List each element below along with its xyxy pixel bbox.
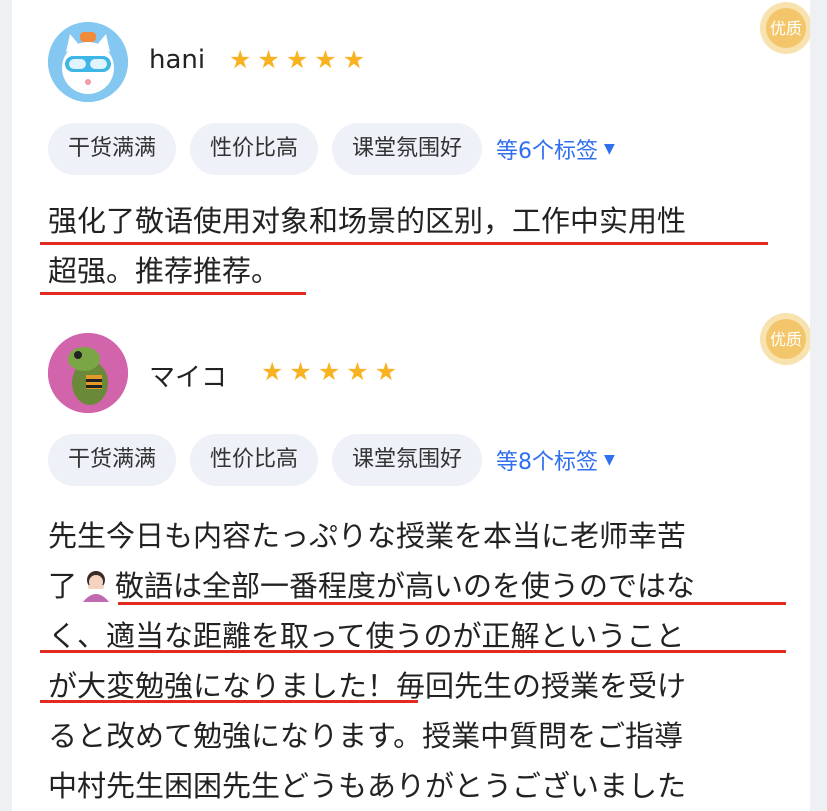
star-icon: ★	[257, 45, 286, 74]
caret-down-icon: ▼	[604, 452, 615, 468]
user-avatar[interactable]	[48, 22, 128, 102]
comment-line: 超强。推荐推荐。	[48, 254, 281, 288]
tag-chip[interactable]: 干货满满	[48, 434, 177, 486]
username: マイコ	[149, 363, 228, 393]
star-icon: ★	[314, 45, 343, 74]
highlight-underline	[40, 242, 768, 245]
star-icon: ★	[289, 357, 318, 386]
tag-chip[interactable]: 课堂氛围好	[332, 434, 483, 486]
highlight-underline	[40, 650, 786, 653]
quality-badge-icon: 优质	[760, 313, 810, 365]
star-icon: ★	[317, 357, 347, 386]
comment-fragment: 敬語は全部一番程度が高いのを使うのではな	[115, 569, 696, 603]
tag-chip[interactable]: 课堂氛围好	[332, 123, 483, 175]
more-tags-button[interactable]: 等6个标签 ▼	[496, 133, 615, 165]
star-icon: ★	[374, 357, 404, 386]
review-card: hani ★★★★★ 优质 干货满满 性价比高 课堂氛围好 等6个标签 ▼ 强化…	[12, 0, 810, 311]
tag-chip[interactable]: 干货满满	[48, 123, 177, 175]
facepalm-girl-emoji-icon	[83, 571, 110, 602]
tag-chip[interactable]: 性价比高	[190, 434, 319, 486]
highlight-underline	[118, 602, 786, 605]
comment-line: ると改めて勉強になります。授業中質問をご指導	[48, 719, 684, 753]
comment-line: が大変勉強になりました！毎回先生の授業を受け	[48, 669, 687, 703]
user-avatar[interactable]	[48, 333, 128, 413]
star-icon: ★	[229, 45, 258, 74]
username: hani	[149, 45, 206, 75]
star-rating: ★★★★★	[261, 359, 403, 384]
quality-badge-icon: 优质	[760, 2, 810, 54]
comment-fragment: 了	[48, 569, 78, 603]
tag-chip[interactable]: 性价比高	[190, 123, 319, 175]
star-icon: ★	[346, 357, 375, 386]
comment-line: く、適当な距離を取って使うのが正解ということ	[48, 619, 685, 653]
highlight-underline	[40, 700, 418, 703]
star-rating: ★★★★★	[229, 47, 371, 72]
more-tags-label: 等8个标签	[496, 450, 599, 475]
comment-line: 中村先生困困先生どうもありがとうございました	[48, 769, 687, 803]
badge-text: 优质	[770, 19, 802, 38]
more-tags-label: 等6个标签	[496, 139, 599, 164]
comment-text: 先生今日も内容たっぷりな授業を本当に老师幸苦 了 敬語は全部一番程度が高いのを使…	[48, 511, 768, 811]
highlight-underline	[40, 292, 306, 295]
comment-line: 强化了敬语使用对象和场景的区别，工作中实用性	[48, 204, 687, 238]
comment-text: 强化了敬语使用对象和场景的区别，工作中实用性 超强。推荐推荐。	[48, 196, 768, 296]
star-icon: ★	[342, 45, 372, 74]
star-icon: ★	[261, 357, 290, 386]
tag-row: 干货满满 性价比高 课堂氛围好 等6个标签 ▼	[48, 123, 615, 175]
caret-down-icon: ▼	[604, 141, 615, 157]
badge-text: 优质	[770, 330, 802, 349]
frog-avatar-icon	[48, 333, 128, 413]
star-icon: ★	[285, 45, 315, 74]
more-tags-button[interactable]: 等8个标签 ▼	[496, 444, 615, 476]
review-card: マイコ ★★★★★ 优质 干货满满 性价比高 课堂氛围好 等8个标签 ▼ 先生今…	[12, 311, 810, 811]
cat-avatar-icon	[48, 22, 128, 102]
review-list: hani ★★★★★ 优质 干货满满 性价比高 课堂氛围好 等6个标签 ▼ 强化…	[12, 0, 810, 811]
comment-line: 先生今日も内容たっぷりな授業を本当に老师幸苦	[48, 519, 687, 553]
tag-row: 干货满满 性价比高 课堂氛围好 等8个标签 ▼	[48, 434, 615, 486]
